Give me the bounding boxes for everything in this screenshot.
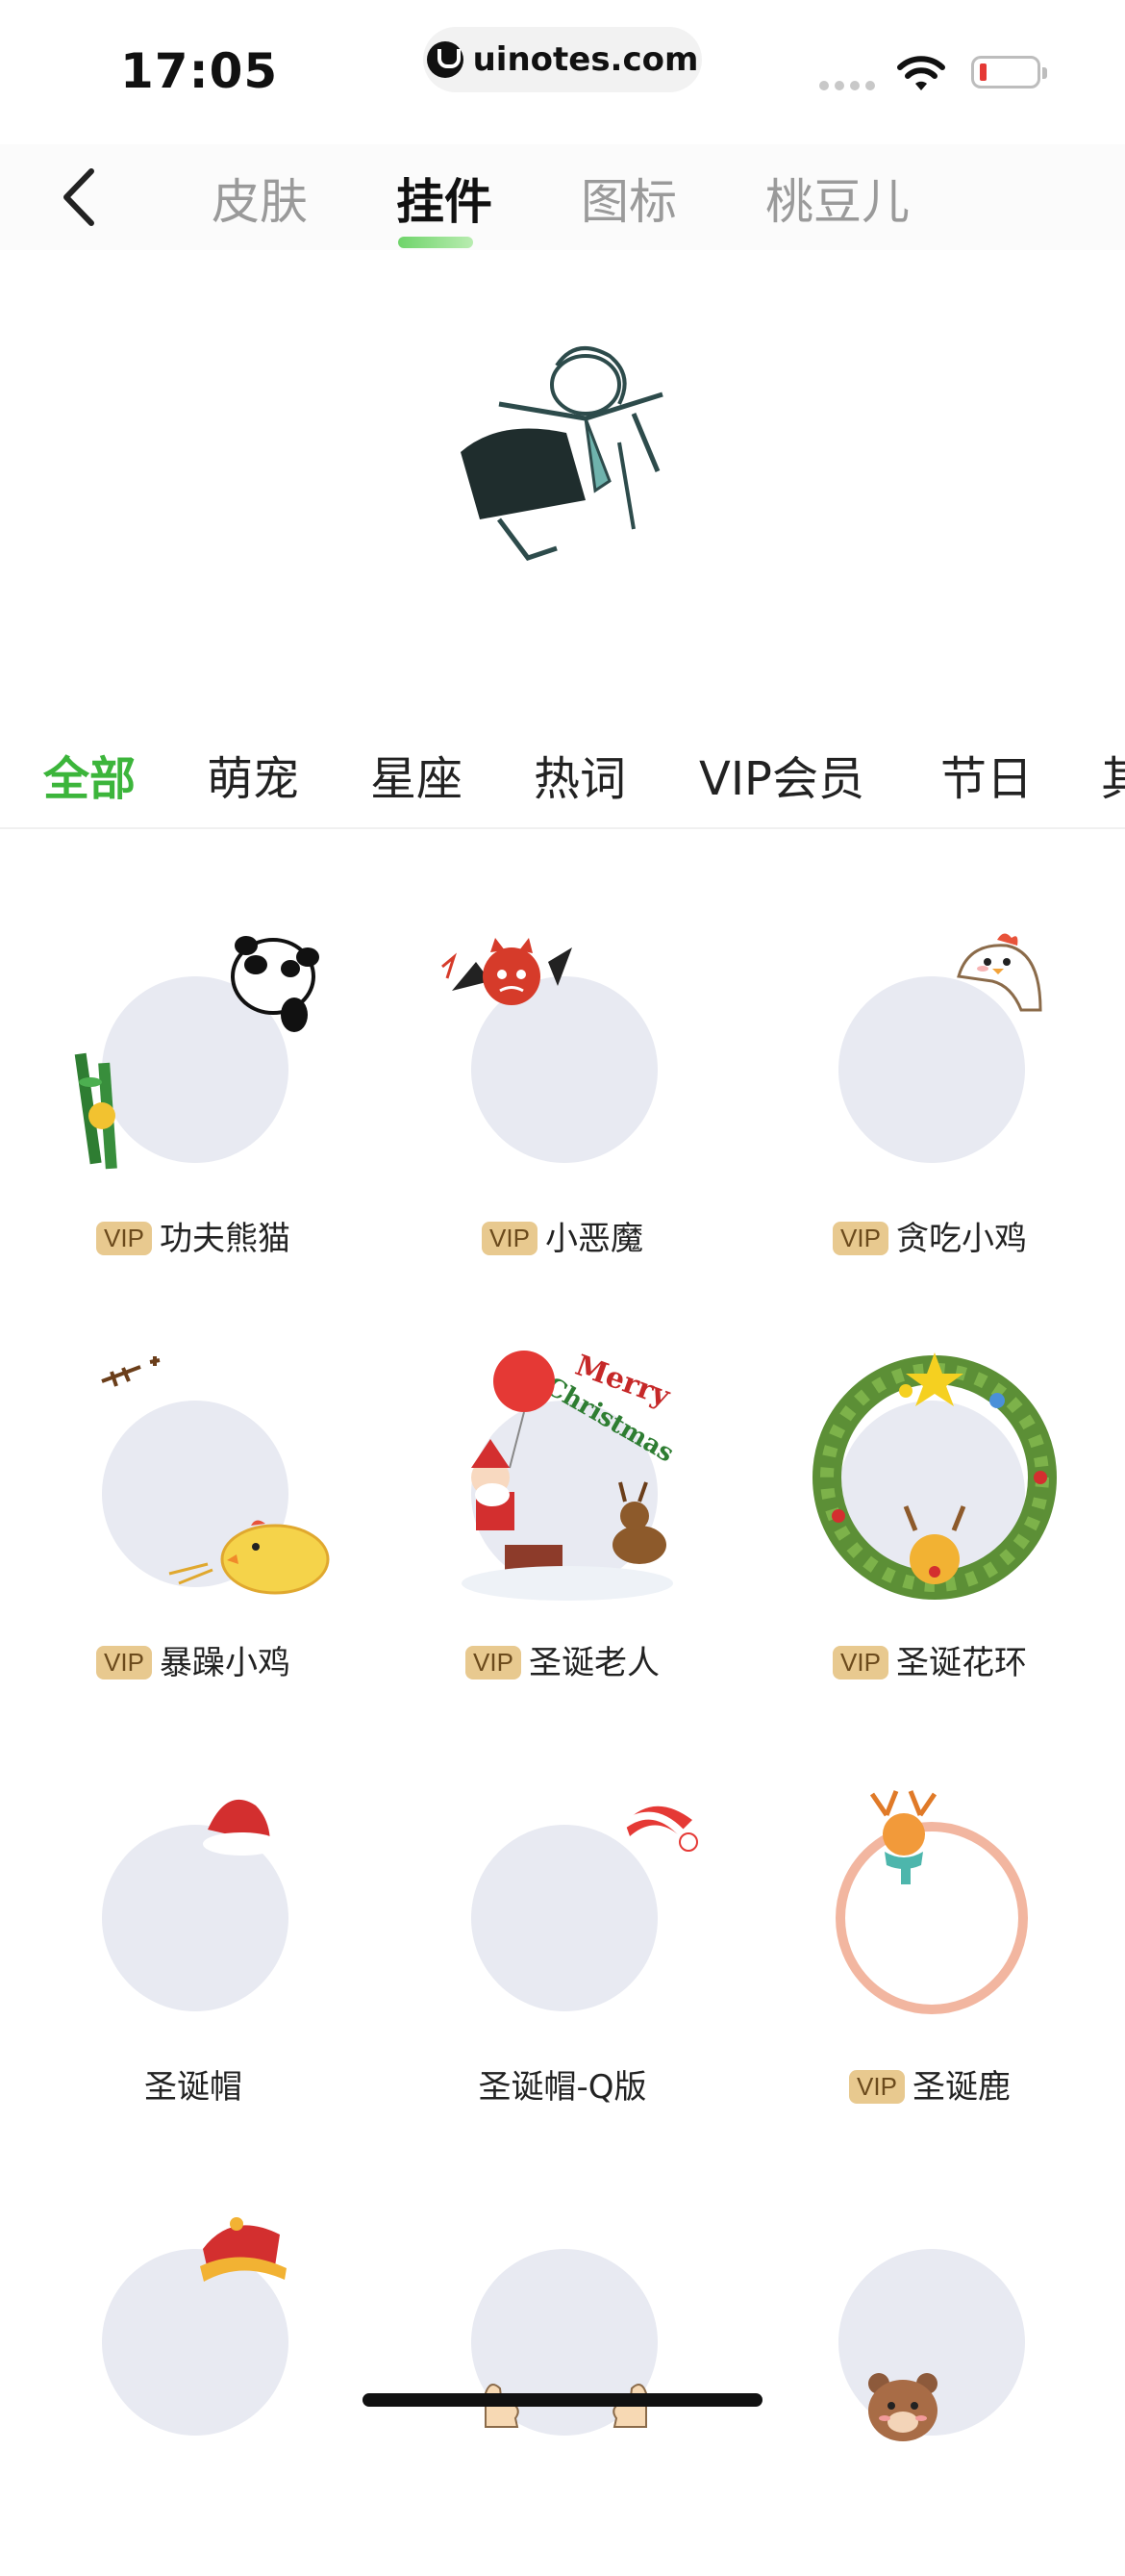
- angry-chick-icon: [101, 1356, 330, 1595]
- category-tab-hotwords[interactable]: 热词: [534, 741, 626, 808]
- pendant-item[interactable]: 圣诞帽: [6, 1729, 381, 2152]
- vip-badge: VIP: [849, 2070, 905, 2104]
- vip-badge: VIP: [833, 1646, 888, 1679]
- pendant-item[interactable]: 圣诞帽-Q版: [375, 1729, 750, 2152]
- category-tabs: 全部 萌宠 星座 热词 VIP会员 节日 其: [0, 741, 1125, 829]
- devil-icon: [441, 938, 572, 1005]
- item-label: 圣诞帽-Q版: [478, 2068, 647, 2107]
- home-indicator[interactable]: [362, 2393, 762, 2407]
- vip-badge: VIP: [833, 1222, 888, 1255]
- pendant-item[interactable]: VIP 小恶魔: [375, 880, 750, 1303]
- vip-badge: VIP: [96, 1222, 152, 1255]
- category-tab-other[interactable]: 其: [1101, 741, 1125, 808]
- chick-icon: [957, 933, 1042, 1012]
- category-tab-all[interactable]: 全部: [43, 741, 136, 808]
- pendant-item[interactable]: VIP 圣诞花环: [742, 1304, 1117, 1728]
- item-label: VIP 功夫熊猫: [6, 1212, 381, 1259]
- bear-icon: [868, 2373, 938, 2441]
- pendant-item[interactable]: [742, 2153, 1117, 2576]
- pendant-item[interactable]: [375, 2153, 750, 2576]
- tab-icon[interactable]: 图标: [581, 164, 677, 233]
- wreath-icon: [812, 1352, 1057, 1600]
- item-label: VIP 圣诞花环: [742, 1636, 1117, 1683]
- pendant-item[interactable]: VIP 圣诞鹿: [742, 1729, 1117, 2152]
- santa-icon: Merry Christmas: [462, 1349, 679, 1601]
- reindeer-icon: [869, 1790, 938, 1884]
- active-tab-indicator: [398, 237, 473, 248]
- item-label: 圣诞帽: [144, 2068, 242, 2107]
- cellular-signal-icon: [819, 81, 875, 90]
- anime-character-avatar-icon: [441, 327, 682, 568]
- wifi-icon: [897, 56, 945, 90]
- panda-icon: [74, 936, 319, 1170]
- category-tab-pets[interactable]: 萌宠: [207, 741, 299, 808]
- santa-hat-q-icon: [617, 1806, 698, 1852]
- chinese-hat-icon: [200, 2217, 287, 2282]
- item-label: VIP 小恶魔: [375, 1212, 750, 1259]
- vip-badge: VIP: [96, 1646, 152, 1679]
- tab-skin[interactable]: 皮肤: [212, 164, 308, 233]
- vip-badge: VIP: [482, 1222, 538, 1255]
- item-label: VIP 贪吃小鸡: [742, 1212, 1117, 1259]
- tab-taodouer[interactable]: 桃豆儿: [765, 164, 910, 233]
- pendant-item[interactable]: Merry Christmas VIP 圣诞老人: [375, 1304, 750, 1728]
- item-label: VIP 圣诞鹿: [742, 2060, 1117, 2108]
- vip-badge: VIP: [465, 1646, 521, 1679]
- status-bar: 17:05 uinotes.com: [0, 0, 1125, 125]
- pendant-item[interactable]: VIP 暴躁小鸡: [6, 1304, 381, 1728]
- url-pill[interactable]: uinotes.com: [423, 27, 702, 92]
- item-label: VIP 暴躁小鸡: [6, 1636, 381, 1683]
- pendant-item[interactable]: VIP 功夫熊猫: [6, 880, 381, 1303]
- site-logo-icon: [426, 41, 463, 78]
- thumbs-up-icon: [485, 2384, 647, 2428]
- pendant-item[interactable]: VIP 贪吃小鸡: [742, 880, 1117, 1303]
- top-nav: 皮肤 挂件 图标 桃豆儿: [0, 144, 1125, 250]
- category-tab-festival[interactable]: 节日: [940, 741, 1033, 808]
- pendant-item[interactable]: [6, 2153, 381, 2576]
- category-tab-zodiac[interactable]: 星座: [370, 741, 462, 808]
- battery-icon: [971, 56, 1047, 88]
- url-text: uinotes.com: [472, 40, 699, 79]
- status-time: 17:05: [120, 43, 279, 99]
- back-icon[interactable]: [53, 164, 111, 231]
- tab-pendant[interactable]: 挂件: [396, 164, 492, 248]
- preview-avatar: [441, 327, 682, 568]
- category-tab-vip[interactable]: VIP会员: [699, 741, 864, 808]
- item-label: VIP 圣诞老人: [375, 1636, 750, 1683]
- santa-hat-icon: [203, 1799, 280, 1856]
